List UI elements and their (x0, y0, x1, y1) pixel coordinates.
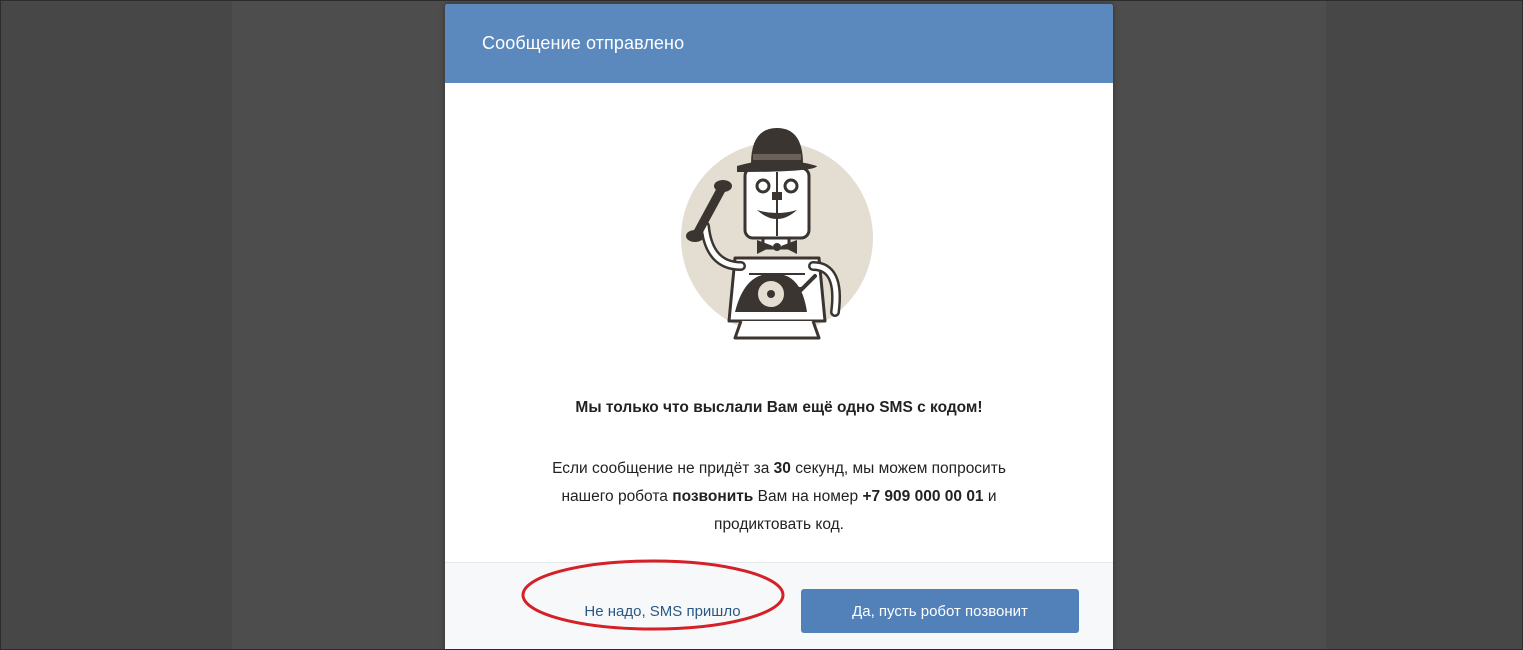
call-offer-line-3: продиктовать код. (714, 516, 844, 533)
wait-seconds: 30 (773, 460, 791, 477)
call-word: позвонить (672, 488, 754, 505)
call-offer-line-1: Если сообщение не придёт за 30 секунд, м… (552, 460, 1006, 477)
call-offer-text: Если сообщение не придёт за 30 секунд, м… (445, 455, 1113, 539)
dialog-footer: Не надо, SMS пришло Да, пусть робот позв… (445, 562, 1113, 650)
call-offer-line-2: нашего робота позвонить Вам на номер +7 … (561, 488, 997, 505)
robot-with-telephone-illustration (681, 128, 873, 340)
sms-resent-headline: Мы только что выслали Вам ещё одно SMS с… (575, 399, 983, 416)
sms-received-button[interactable]: Не надо, SMS пришло (555, 589, 770, 633)
sms-sent-dialog: Сообщение отправлено Мы только что высла… (445, 4, 1113, 650)
dialog-header: Сообщение отправлено (445, 4, 1113, 83)
dialog-title: Сообщение отправлено (482, 33, 685, 53)
robot-call-button[interactable]: Да, пусть робот позвонит (801, 589, 1079, 633)
phone-number: +7 909 000 00 01 (862, 488, 984, 505)
